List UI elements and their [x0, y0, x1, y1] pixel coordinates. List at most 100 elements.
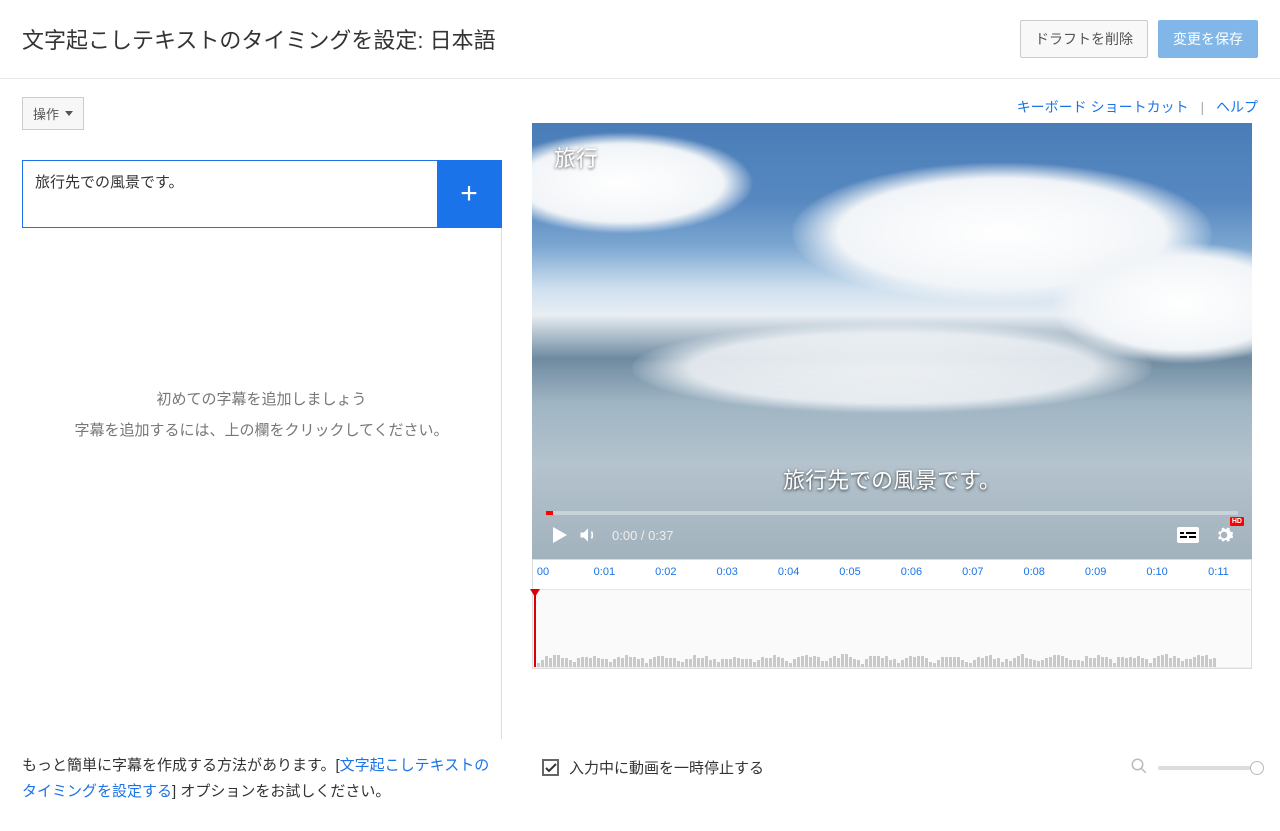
- wave-bar: [1105, 657, 1108, 667]
- caption-text-input[interactable]: [23, 161, 437, 227]
- volume-button[interactable]: [574, 521, 602, 549]
- wave-bar: [573, 662, 576, 667]
- wave-bar: [933, 663, 936, 667]
- wave-bar: [781, 658, 784, 667]
- wave-bar: [545, 656, 548, 667]
- timeline-tick: 0:08: [1024, 566, 1045, 578]
- cloud-decoration: [632, 323, 1152, 413]
- wave-bar: [913, 657, 916, 667]
- wave-bar: [757, 660, 760, 668]
- wave-bar: [1189, 659, 1192, 667]
- pause-while-typing-checkbox[interactable]: [542, 759, 559, 776]
- video-player[interactable]: 旅行 旅行先での風景です。 0:00 / 0:37: [532, 123, 1252, 559]
- video-controls: 0:00 / 0:37 HD: [532, 519, 1252, 551]
- wave-bar: [1109, 659, 1112, 667]
- wave-bar: [1165, 654, 1168, 667]
- wave-bar: [649, 659, 652, 667]
- page-title: 文字起こしテキストのタイミングを設定: 日本語: [22, 23, 496, 55]
- wave-bar: [625, 655, 628, 667]
- right-column: キーボード ショートカット | ヘルプ 旅行 旅行先での風景です。: [532, 97, 1258, 739]
- wave-bar: [897, 663, 900, 667]
- wave-bar: [1093, 658, 1096, 667]
- wave-bar: [685, 659, 688, 667]
- wave-bar: [569, 660, 572, 667]
- wave-bar: [1045, 658, 1048, 667]
- wave-bar: [1073, 660, 1076, 667]
- wave-bar: [633, 657, 636, 667]
- wave-bar: [741, 659, 744, 667]
- keyboard-shortcuts-link[interactable]: キーボード ショートカット: [1017, 99, 1189, 115]
- subtitles-icon: [1177, 527, 1199, 543]
- chevron-down-icon: [65, 111, 73, 116]
- wave-bar: [621, 658, 624, 667]
- zoom-icon[interactable]: [1130, 757, 1148, 778]
- footer: もっと簡単に字幕を作成する方法があります。[文字起こしテキストのタイミングを設定…: [0, 739, 1280, 804]
- timeline[interactable]: 000:010:020:030:040:050:060:070:080:090:…: [532, 559, 1252, 669]
- wave-bar: [1161, 655, 1164, 667]
- wave-bar: [661, 656, 664, 667]
- separator: |: [1192, 99, 1212, 115]
- captions-list-empty: 初めての字幕を追加しましょう 字幕を追加するには、上の欄をクリックしてください。: [22, 228, 502, 739]
- wave-bar: [605, 659, 608, 667]
- actions-dropdown[interactable]: 操作: [22, 97, 84, 130]
- help-link[interactable]: ヘルプ: [1216, 99, 1258, 115]
- timeline-playhead[interactable]: [534, 590, 536, 667]
- top-links: キーボード ショートカット | ヘルプ: [532, 97, 1258, 117]
- wave-bar: [1005, 659, 1008, 667]
- wave-bar: [849, 657, 852, 667]
- plus-icon: +: [460, 177, 478, 211]
- wave-bar: [1129, 657, 1132, 667]
- wave-bar: [965, 662, 968, 667]
- wave-bar: [989, 655, 992, 667]
- wave-bar: [689, 659, 692, 667]
- wave-bar: [1145, 659, 1148, 667]
- wave-bar: [577, 658, 580, 667]
- wave-bar: [881, 658, 884, 667]
- wave-bar: [909, 656, 912, 667]
- wave-bar: [637, 659, 640, 667]
- delete-draft-button[interactable]: ドラフトを削除: [1020, 20, 1148, 58]
- timeline-ruler[interactable]: 000:010:020:030:040:050:060:070:080:090:…: [533, 560, 1251, 590]
- wave-bar: [645, 663, 648, 667]
- wave-bar: [993, 659, 996, 667]
- wave-bar: [1213, 658, 1216, 667]
- wave-bar: [901, 660, 904, 667]
- timeline-tick: 0:06: [901, 566, 922, 578]
- timeline-tick: 0:07: [962, 566, 983, 578]
- save-changes-button[interactable]: 変更を保存: [1158, 20, 1258, 58]
- wave-bar: [729, 659, 732, 667]
- video-progress-bar[interactable]: [546, 511, 1238, 515]
- wave-bar: [1001, 662, 1004, 667]
- empty-state-line1: 初めての字幕を追加しましょう: [156, 388, 366, 409]
- wave-bar: [753, 662, 756, 667]
- wave-bar: [853, 659, 856, 667]
- wave-bar: [1101, 657, 1104, 667]
- subtitles-button[interactable]: [1174, 521, 1202, 549]
- settings-button[interactable]: HD: [1210, 521, 1238, 549]
- timeline-tick: 0:02: [655, 566, 676, 578]
- pause-while-typing-label: 入力中に動画を一時停止する: [569, 757, 764, 778]
- timeline-tick: 0:05: [839, 566, 860, 578]
- wave-bar: [601, 659, 604, 667]
- wave-bar: [1201, 656, 1204, 667]
- wave-bar: [1077, 660, 1080, 667]
- timeline-tick: 0:10: [1146, 566, 1167, 578]
- video-progress-fill: [546, 511, 553, 515]
- wave-bar: [705, 656, 708, 667]
- add-caption-button[interactable]: +: [437, 161, 501, 227]
- zoom-slider[interactable]: [1158, 766, 1258, 770]
- zoom-slider-thumb[interactable]: [1250, 761, 1264, 775]
- wave-bar: [785, 661, 788, 667]
- wave-bar: [745, 659, 748, 667]
- wave-bar: [725, 659, 728, 667]
- wave-bar: [693, 655, 696, 667]
- wave-bar: [813, 656, 816, 667]
- pause-while-typing-row[interactable]: 入力中に動画を一時停止する: [542, 753, 1090, 778]
- wave-bar: [1085, 656, 1088, 667]
- wave-bar: [885, 656, 888, 667]
- wave-bar: [873, 656, 876, 668]
- timeline-waveform[interactable]: [533, 590, 1251, 668]
- wave-bar: [593, 656, 596, 667]
- wave-bar: [709, 660, 712, 667]
- play-button[interactable]: [546, 521, 574, 549]
